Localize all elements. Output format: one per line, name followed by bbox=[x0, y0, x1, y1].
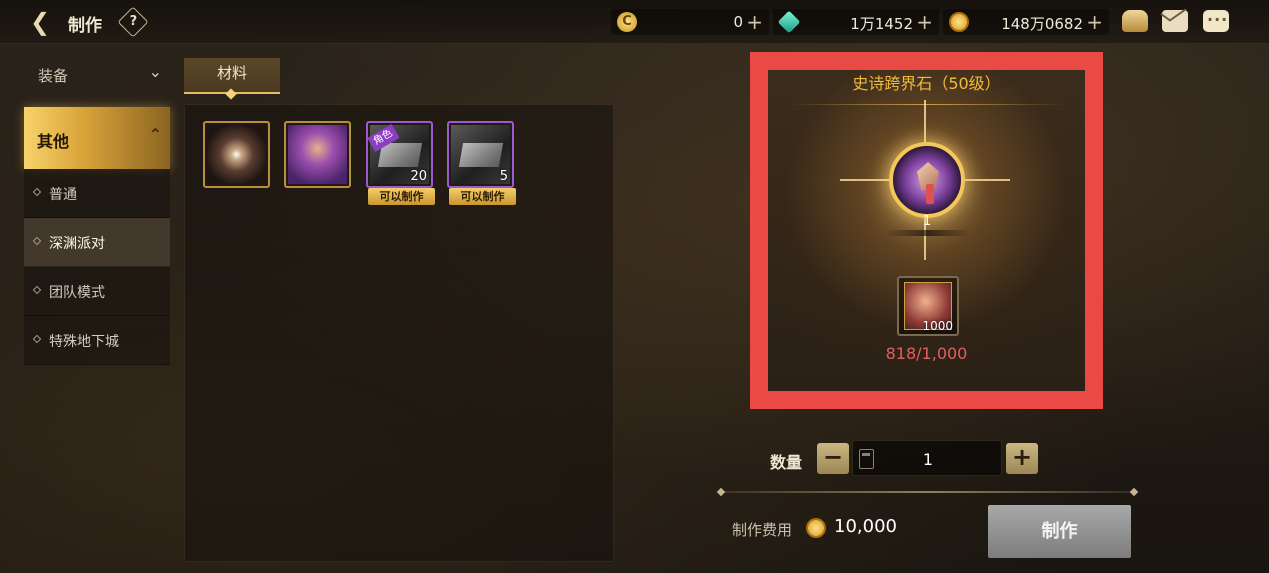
result-count: 1 bbox=[922, 214, 932, 229]
bullet-icon bbox=[32, 285, 42, 295]
required-material-slot[interactable]: 1000 bbox=[897, 276, 959, 336]
page-title: 制作 bbox=[68, 16, 102, 36]
epic-stone-icon bbox=[288, 125, 347, 184]
category-label: 装备 bbox=[38, 67, 69, 85]
material-slot[interactable]: 5 可以制作 bbox=[447, 121, 516, 205]
add-gem-button[interactable]: + bbox=[916, 10, 933, 34]
slot-count: 20 bbox=[410, 169, 427, 184]
add-c-coin-button[interactable]: + bbox=[746, 10, 763, 34]
tab-label: 材料 bbox=[216, 64, 247, 82]
sidebar-item-label: 普通 bbox=[49, 187, 77, 203]
chat-icon[interactable] bbox=[1203, 10, 1229, 32]
title-divider bbox=[790, 104, 1065, 105]
sidebar-item-special-dungeon[interactable]: 特殊地下城 bbox=[24, 316, 170, 365]
category-other[interactable]: 其他 ⌃ bbox=[24, 107, 170, 169]
mail-icon[interactable] bbox=[1162, 10, 1188, 32]
material-progress: 818/1,000 bbox=[885, 344, 968, 363]
divider bbox=[720, 491, 1135, 493]
material-count: 1000 bbox=[922, 319, 953, 333]
make-button[interactable]: 制作 bbox=[988, 505, 1131, 558]
quantity-value: 1 bbox=[922, 450, 934, 469]
add-gold-button[interactable]: + bbox=[1086, 10, 1103, 34]
top-bar: ❮ 制作 ? C 0 + 1万1452 + 148万0682 + bbox=[0, 0, 1269, 44]
material-slot[interactable] bbox=[284, 121, 351, 188]
cost-label: 制作费用 bbox=[732, 521, 793, 539]
category-label: 其他 bbox=[37, 132, 70, 151]
bag-icon[interactable] bbox=[1122, 10, 1148, 32]
craftable-badge: 可以制作 bbox=[368, 188, 435, 205]
currency-value: 0 bbox=[733, 13, 743, 31]
burst-material-icon bbox=[207, 125, 266, 184]
tab-materials[interactable]: 材料 bbox=[184, 58, 280, 100]
material-slot[interactable] bbox=[203, 121, 270, 188]
currency-gem: 1万1452 + bbox=[773, 9, 939, 35]
bullet-icon bbox=[32, 187, 42, 197]
back-arrow-icon[interactable]: ❮ bbox=[30, 9, 58, 35]
quantity-minus-button[interactable]: − bbox=[817, 443, 849, 474]
sidebar-item-team-mode[interactable]: 团队模式 bbox=[24, 267, 170, 316]
sidebar-item-abyss-party[interactable]: 深渊派对 bbox=[24, 218, 170, 267]
tab-indicator-icon bbox=[225, 88, 237, 100]
quantity-plus-button[interactable]: + bbox=[1006, 443, 1038, 474]
category-sidebar: 装备 ⌄ 其他 ⌃ 普通 深渊派对 团队模式 特殊地下城 bbox=[24, 52, 170, 365]
help-icon: ? bbox=[129, 14, 138, 30]
item-title: 史诗跨界石（50级） bbox=[852, 74, 1001, 93]
quantity-field[interactable]: 1 bbox=[852, 440, 1002, 476]
c-coin-icon: C bbox=[617, 12, 637, 32]
slot-count: 5 bbox=[499, 169, 508, 184]
gem-icon bbox=[777, 10, 801, 34]
sidebar-item-label: 特殊地下城 bbox=[49, 334, 119, 350]
sidebar-item-label: 深渊派对 bbox=[49, 236, 105, 252]
currency-value: 1万1452 bbox=[850, 15, 913, 33]
category-equipment[interactable]: 装备 ⌄ bbox=[24, 52, 170, 97]
result-item-icon[interactable] bbox=[889, 142, 965, 218]
chevron-up-icon: ⌃ bbox=[148, 125, 162, 144]
gold-coin-icon bbox=[949, 12, 969, 32]
sidebar-item-label: 团队模式 bbox=[49, 285, 105, 301]
sidebar-item-normal[interactable]: 普通 bbox=[24, 169, 170, 218]
cost-value: 10,000 bbox=[834, 516, 897, 537]
gold-coin-icon bbox=[806, 518, 826, 538]
material-slot[interactable]: 角色 20 可以制作 bbox=[366, 121, 435, 205]
result-pedestal bbox=[885, 230, 971, 236]
currency-value: 148万0682 bbox=[1001, 15, 1083, 33]
crystal-base-icon bbox=[926, 184, 934, 204]
chevron-down-icon: ⌄ bbox=[148, 62, 162, 81]
help-button[interactable]: ? bbox=[117, 6, 149, 38]
currency-gold: 148万0682 + bbox=[943, 9, 1109, 35]
currency-c-coin: C 0 + bbox=[611, 9, 769, 35]
quantity-label: 数量 bbox=[770, 453, 803, 472]
craftable-badge: 可以制作 bbox=[449, 188, 516, 205]
bullet-icon bbox=[32, 334, 42, 344]
bullet-icon bbox=[32, 236, 42, 246]
materials-panel: 角色 20 可以制作 5 可以制作 bbox=[184, 104, 614, 562]
